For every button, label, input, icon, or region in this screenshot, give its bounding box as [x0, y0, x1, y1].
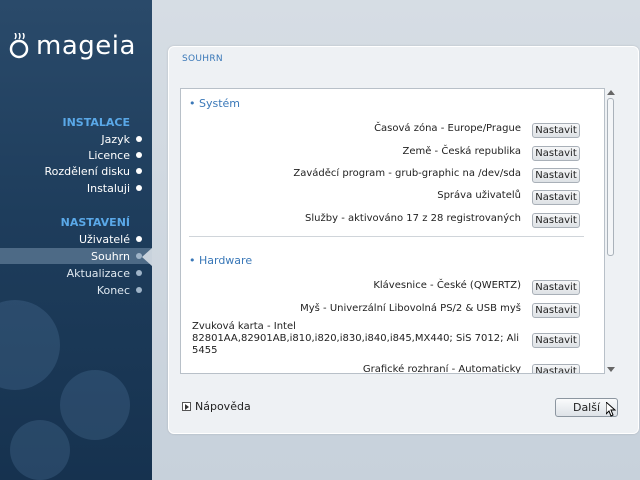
configure-country-button[interactable]: Nastavit — [532, 146, 580, 161]
scroll-down-arrow-icon[interactable] — [607, 367, 615, 372]
row-label-user-management: Správa uživatelů — [437, 190, 521, 201]
sidebar-item-label: Instaluji — [86, 181, 130, 195]
configure-bootloader-button[interactable]: Nastavit — [532, 168, 580, 183]
sidebar-item-label: Uživatelé — [78, 232, 130, 246]
vertical-scrollbar[interactable] — [605, 88, 617, 374]
step-pending-icon — [136, 270, 142, 276]
row-label-timezone: Časová zóna - Europe/Prague — [374, 123, 521, 134]
configure-keyboard-button[interactable]: Nastavit — [532, 280, 580, 295]
step-done-icon — [136, 152, 142, 158]
sidebar-item-label: Konec — [96, 283, 130, 297]
sidebar-item-users: Uživatelé — [0, 231, 152, 247]
configure-mouse-button[interactable]: Nastavit — [532, 303, 580, 318]
sidebar-item-label: Rozdělení disku — [44, 164, 130, 178]
row-label-graphics: Grafické rozhraní - Automaticky — [362, 364, 521, 374]
row-label-services: Služby - aktivováno 17 z 28 registrovaný… — [305, 213, 521, 224]
row-label-country: Země - Česká republika — [402, 146, 521, 157]
decorative-flower — [60, 370, 130, 440]
configure-services-button[interactable]: Nastavit — [532, 213, 580, 228]
group-divider — [189, 236, 584, 237]
decorative-flower — [0, 300, 60, 390]
scroll-up-arrow-icon[interactable] — [607, 90, 615, 95]
sidebar-item-label: Souhrn — [91, 249, 130, 263]
row-label-bootloader: Zaváděcí program - grub-graphic na /dev/… — [293, 168, 521, 179]
section-configuration: NASTAVENÍ — [60, 216, 130, 229]
panel-title: SOUHRN — [182, 54, 223, 64]
help-button[interactable]: Nápověda — [182, 400, 251, 413]
mouse-cursor-icon — [606, 402, 616, 417]
sidebar-item-updates: Aktualizace — [0, 265, 152, 281]
step-done-icon — [136, 185, 142, 191]
sidebar-item-finish: Konec — [0, 282, 152, 298]
sidebar-item-label: Licence — [88, 148, 130, 162]
row-label-mouse: Myš - Univerzální Libovolná PS/2 & USB m… — [300, 303, 521, 314]
mageia-logo-icon — [9, 33, 29, 59]
group-title-hardware: • Hardware — [189, 254, 253, 267]
step-pending-icon — [136, 287, 142, 293]
configure-users-button[interactable]: Nastavit — [532, 190, 580, 205]
configure-graphics-button[interactable]: Nastavit — [532, 364, 580, 373]
sidebar: mageia INSTALACE Jazyk Licence Rozdělení… — [0, 0, 152, 480]
step-done-icon — [136, 136, 142, 142]
decorative-flower — [10, 420, 70, 480]
configure-soundcard-button[interactable]: Nastavit — [532, 333, 580, 348]
sidebar-item-summary: Souhrn — [0, 248, 152, 264]
row-label-keyboard: Klávesnice - České (QWERTZ) — [373, 280, 521, 291]
group-title-system: • Systém — [189, 97, 241, 110]
sidebar-item-installing: Instaluji — [0, 180, 152, 196]
row-label-soundcard: Zvuková karta - Intel 82801AA,82901AB,i8… — [192, 321, 520, 356]
help-label: Nápověda — [195, 400, 251, 413]
sidebar-item-language: Jazyk — [0, 131, 152, 147]
scrollbar-thumb[interactable] — [607, 98, 614, 256]
expander-arrow-icon — [182, 402, 191, 411]
mageia-logo: mageia — [6, 30, 136, 62]
sidebar-item-license: Licence — [0, 147, 152, 163]
sidebar-item-label: Aktualizace — [66, 266, 130, 280]
configure-timezone-button[interactable]: Nastavit — [532, 123, 580, 138]
section-installation: INSTALACE — [62, 116, 131, 129]
brand-name: mageia — [36, 31, 136, 61]
summary-list[interactable]: • Systém Časová zóna - Europe/Prague Nas… — [180, 88, 605, 374]
sidebar-item-partitioning: Rozdělení disku — [0, 163, 152, 179]
active-step-pointer-icon — [142, 248, 152, 266]
step-done-icon — [136, 168, 142, 174]
step-done-icon — [136, 236, 142, 242]
sidebar-item-label: Jazyk — [101, 132, 130, 146]
